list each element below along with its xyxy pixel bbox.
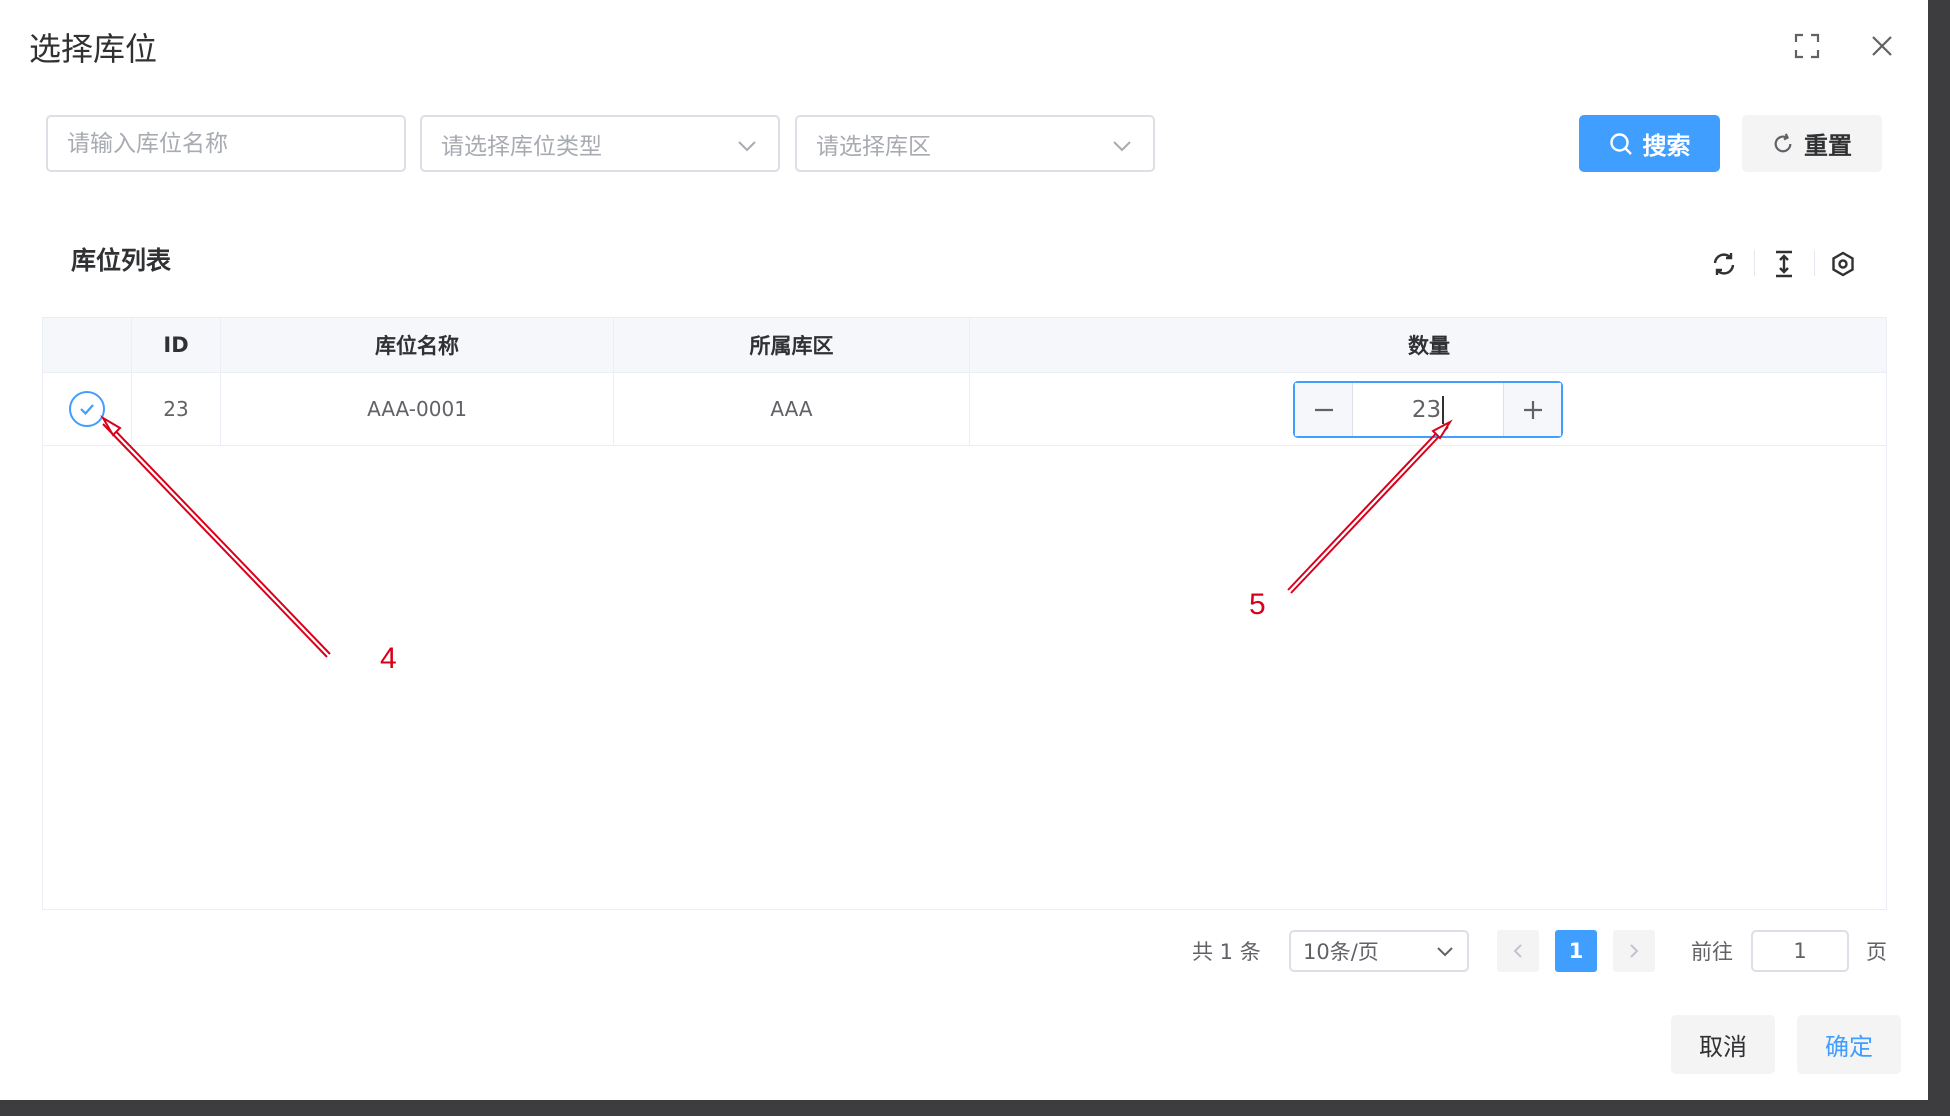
search-icon (1609, 132, 1632, 155)
quantity-input[interactable]: 23 (1353, 383, 1503, 436)
chevron-down-icon (738, 141, 756, 152)
column-header-select (43, 318, 132, 372)
location-table: ID 库位名称 所属库区 数量 23 AAA-0001 AAA 23 (42, 317, 1887, 910)
goto-page-input[interactable]: 1 (1751, 930, 1849, 972)
warehouse-area-placeholder: 请选择库区 (816, 133, 931, 160)
confirm-button[interactable]: 确定 (1797, 1015, 1901, 1074)
warehouse-area-select[interactable]: 请选择库区 (795, 115, 1155, 172)
annotation-marker-4: 4 (380, 642, 397, 675)
refresh-icon[interactable] (1708, 248, 1740, 280)
pagination-total: 共 1 条 (1192, 940, 1261, 964)
reset-button[interactable]: 重置 (1742, 115, 1882, 172)
decrease-button[interactable] (1295, 383, 1353, 436)
cell-location-name: AAA-0001 (221, 373, 614, 445)
column-height-icon[interactable] (1768, 248, 1800, 280)
page-number-button[interactable]: 1 (1555, 930, 1597, 972)
plus-icon (1523, 400, 1542, 419)
dialog-title: 选择库位 (29, 30, 158, 68)
location-name-input[interactable] (46, 115, 406, 172)
column-header-id: ID (132, 318, 221, 372)
table-header: ID 库位名称 所属库区 数量 (43, 318, 1886, 373)
quantity-value: 23 (1411, 396, 1442, 423)
row-select-cell (43, 373, 132, 445)
cell-id: 23 (132, 373, 221, 445)
column-header-name: 库位名称 (221, 318, 614, 372)
next-page-button[interactable] (1613, 930, 1655, 972)
page-size-value: 10条/页 (1303, 940, 1379, 964)
cancel-button[interactable]: 取消 (1671, 1015, 1775, 1074)
minus-icon (1314, 408, 1333, 411)
prev-page-button[interactable] (1497, 930, 1539, 972)
close-icon[interactable] (1864, 28, 1900, 64)
select-location-dialog: 选择库位 请选择库位类型 请选择库区 搜索 (0, 0, 1928, 1100)
toolbar-divider (1814, 250, 1815, 276)
column-header-area: 所属库区 (614, 318, 970, 372)
chevron-down-icon (1113, 141, 1131, 152)
quantity-stepper[interactable]: 23 (1293, 381, 1563, 438)
increase-button[interactable] (1503, 383, 1561, 436)
reset-button-label: 重置 (1804, 132, 1852, 160)
location-type-select[interactable]: 请选择库位类型 (420, 115, 780, 172)
page-size-select[interactable]: 10条/页 (1289, 930, 1469, 972)
fullscreen-icon[interactable] (1789, 28, 1825, 64)
row-select-checkbox[interactable] (69, 391, 105, 427)
chevron-right-icon (1630, 944, 1639, 958)
settings-gear-icon[interactable] (1827, 248, 1859, 280)
goto-unit-label: 页 (1866, 940, 1887, 964)
column-header-quantity: 数量 (1408, 334, 1450, 358)
goto-label: 前往 (1691, 940, 1733, 964)
toolbar-divider (1754, 250, 1755, 276)
search-button[interactable]: 搜索 (1579, 115, 1720, 172)
table-row[interactable]: 23 AAA-0001 AAA 23 (43, 373, 1886, 446)
chevron-left-icon (1513, 944, 1522, 958)
chevron-down-icon (1437, 947, 1453, 957)
location-name-field[interactable] (67, 130, 367, 157)
refresh-icon (1774, 132, 1792, 152)
text-cursor (1442, 395, 1445, 424)
cell-area: AAA (614, 373, 970, 445)
annotation-marker-5: 5 (1249, 588, 1266, 621)
section-title: 库位列表 (71, 246, 172, 275)
check-icon (80, 404, 94, 416)
location-type-placeholder: 请选择库位类型 (441, 133, 602, 160)
search-button-label: 搜索 (1642, 132, 1691, 160)
